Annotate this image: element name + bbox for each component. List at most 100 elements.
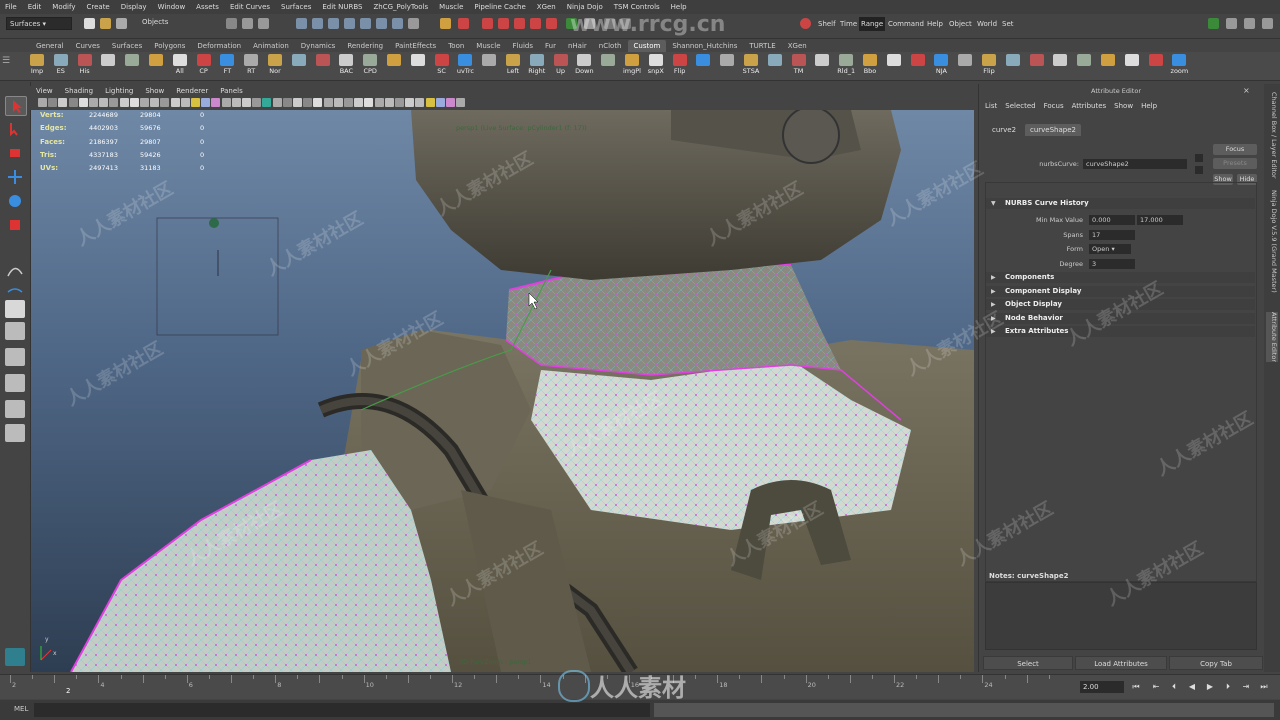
panel-tool-icon[interactable] bbox=[99, 98, 109, 107]
panel-tool-icon[interactable] bbox=[313, 98, 323, 107]
nurbs-curve-history-section[interactable]: ▼ NURBS Curve History bbox=[985, 198, 1255, 209]
step-forward-key-icon[interactable]: ⇥ bbox=[1240, 681, 1252, 693]
shelf-button-flip[interactable]: Flip bbox=[669, 54, 691, 78]
focus-arrow-icon[interactable] bbox=[1195, 154, 1203, 162]
panel-tool-icon[interactable] bbox=[323, 98, 333, 107]
shelf-button-nja[interactable]: NJA bbox=[930, 54, 952, 78]
panel-tool-icon[interactable] bbox=[354, 98, 364, 107]
mask-uv-icon[interactable] bbox=[344, 18, 355, 29]
custom-layout-icon[interactable] bbox=[5, 424, 25, 442]
shelf-button-rld-1[interactable]: Rld_1 bbox=[835, 54, 857, 78]
shelf-button-tool-16[interactable] bbox=[407, 54, 429, 78]
shelf-button-rt[interactable]: RT bbox=[240, 54, 262, 78]
shelf-tab-fluids[interactable]: Fluids bbox=[507, 40, 539, 52]
panel-tool-icon[interactable] bbox=[170, 98, 180, 107]
shelf-button-tool-24[interactable] bbox=[597, 54, 619, 78]
shelf-tab-rendering[interactable]: Rendering bbox=[341, 40, 389, 52]
panel-tool-icon[interactable] bbox=[456, 98, 466, 107]
shelf-tab-polygons[interactable]: Polygons bbox=[148, 40, 191, 52]
panel-tool-icon[interactable] bbox=[140, 98, 149, 107]
current-time-field[interactable]: 2.00 bbox=[1080, 681, 1124, 693]
panel-tool-icon[interactable] bbox=[38, 98, 47, 107]
shelf-button-tm[interactable]: TM bbox=[788, 54, 810, 78]
show-button[interactable]: Show bbox=[1213, 174, 1233, 185]
go-to-end-icon[interactable]: ⏭ bbox=[1258, 681, 1270, 693]
selection-mode-label[interactable]: Objects bbox=[142, 18, 168, 26]
panel-tool-icon[interactable] bbox=[446, 98, 455, 107]
tab-attribute-editor[interactable]: Attribute Editor bbox=[1266, 312, 1278, 363]
play-backward-icon[interactable]: ◀ bbox=[1186, 681, 1198, 693]
command-input[interactable] bbox=[34, 703, 650, 717]
shelf-tab-shannon-hutchins[interactable]: Shannon_Hutchins bbox=[666, 40, 743, 52]
shelf-tab-ncloth[interactable]: nCloth bbox=[593, 40, 628, 52]
shelf-button-zoom[interactable]: zoom bbox=[1168, 54, 1190, 78]
panel-tool-icon[interactable] bbox=[129, 98, 139, 107]
make-live-icon[interactable] bbox=[546, 18, 557, 29]
toggle-command-button[interactable]: Command bbox=[886, 17, 926, 31]
panel-tool-icon[interactable] bbox=[395, 98, 404, 107]
object-space-button[interactable]: Object bbox=[947, 17, 974, 31]
panel-tool-icon[interactable] bbox=[242, 98, 251, 107]
shelf-button-tool-12[interactable] bbox=[312, 54, 334, 78]
shelf-button-all[interactable]: All bbox=[169, 54, 191, 78]
menu-modify[interactable]: Modify bbox=[47, 3, 81, 11]
shelf-button-tool-15[interactable] bbox=[383, 54, 405, 78]
menu-edit-curves[interactable]: Edit Curves bbox=[225, 3, 276, 11]
ep-curve-tool-icon[interactable] bbox=[5, 282, 25, 300]
panel-menu-shading[interactable]: Shading bbox=[59, 86, 99, 96]
panel-menu-show[interactable]: Show bbox=[139, 86, 170, 96]
shelf-button-bbo[interactable]: Bbo bbox=[859, 54, 881, 78]
object-display-section[interactable]: ▶ Object Display bbox=[985, 299, 1255, 310]
render-settings-icon[interactable] bbox=[800, 18, 811, 29]
shelf-button-tool-28[interactable] bbox=[692, 54, 714, 78]
shelf-tab-custom[interactable]: Custom bbox=[627, 40, 667, 52]
set-button[interactable]: Set bbox=[1000, 17, 1016, 31]
form-select[interactable]: Open ▾ bbox=[1089, 244, 1131, 254]
shelf-button-sc[interactable]: SC bbox=[431, 54, 453, 78]
shelf-button-cp[interactable]: CP bbox=[193, 54, 215, 78]
shelf-tab-fur[interactable]: Fur bbox=[539, 40, 562, 52]
close-icon[interactable]: × bbox=[1243, 86, 1250, 95]
play-forward-icon[interactable]: ▶ bbox=[1204, 681, 1216, 693]
panel-tool-icon[interactable] bbox=[58, 98, 68, 107]
shelf-tab-turtle[interactable]: TURTLE bbox=[743, 40, 781, 52]
show-hide-tool-settings-icon[interactable] bbox=[1244, 18, 1255, 29]
panel-tool-icon[interactable] bbox=[48, 98, 58, 107]
shelf-button-cpd[interactable]: CPD bbox=[359, 54, 381, 78]
panel-tool-icon[interactable] bbox=[180, 98, 190, 107]
panel-tool-icon[interactable] bbox=[191, 98, 200, 107]
shelf-button-tool-41[interactable] bbox=[1002, 54, 1024, 78]
menu-help[interactable]: Help bbox=[666, 3, 693, 11]
shelf-button-tool-46[interactable] bbox=[1121, 54, 1143, 78]
rotate-tool-icon[interactable] bbox=[5, 192, 25, 210]
panel-tool-icon[interactable] bbox=[364, 98, 374, 107]
shelf-button-right[interactable]: Right bbox=[526, 54, 548, 78]
step-back-key-icon[interactable]: ⇤ bbox=[1150, 681, 1162, 693]
panel-tool-icon[interactable] bbox=[68, 98, 78, 107]
panel-tool-icon[interactable] bbox=[272, 98, 282, 107]
menu-ninja-dojo[interactable]: Ninja Dojo bbox=[562, 3, 609, 11]
panel-tool-icon[interactable] bbox=[415, 98, 425, 107]
show-hide-attribute-editor-icon[interactable] bbox=[1226, 18, 1237, 29]
persp-graph-layout-icon[interactable] bbox=[5, 374, 25, 392]
toggle-time-button[interactable]: Time bbox=[838, 17, 859, 31]
shelf-button-bac[interactable]: BAC bbox=[335, 54, 357, 78]
shelf-button-tool-36[interactable] bbox=[883, 54, 905, 78]
menu-window[interactable]: Window bbox=[153, 3, 192, 11]
menu-tsm-controls[interactable]: TSM Controls bbox=[609, 3, 666, 11]
select-tool-icon[interactable] bbox=[5, 96, 27, 116]
time-slider[interactable]: 2 4 6 8 10 12 14 16 18 20 22 24 2 2.00 ⏮ ⇤ ⏴ ◀ ▶ ⏵ … bbox=[0, 674, 1280, 699]
attr-menu-attributes[interactable]: Attributes bbox=[1072, 102, 1107, 110]
mask-face-icon[interactable] bbox=[328, 18, 339, 29]
shelf-tab-dynamics[interactable]: Dynamics bbox=[295, 40, 342, 52]
perspective-viewport[interactable]: Verts: 2244689 29804 0 Edges: 4402903 59676 0 Fa… bbox=[31, 110, 974, 672]
panel-tool-icon[interactable] bbox=[333, 98, 343, 107]
panel-tool-icon[interactable] bbox=[211, 98, 221, 107]
shelf-button-es[interactable]: ES bbox=[50, 54, 72, 78]
focus-button[interactable]: Focus bbox=[1213, 144, 1257, 155]
turtle-icon[interactable] bbox=[5, 648, 25, 666]
single-perspective-layout-icon[interactable] bbox=[5, 300, 25, 318]
ipr-render-icon[interactable] bbox=[620, 18, 631, 29]
shelf-button-tool-37[interactable] bbox=[907, 54, 929, 78]
shelf-tab-deformation[interactable]: Deformation bbox=[191, 40, 247, 52]
